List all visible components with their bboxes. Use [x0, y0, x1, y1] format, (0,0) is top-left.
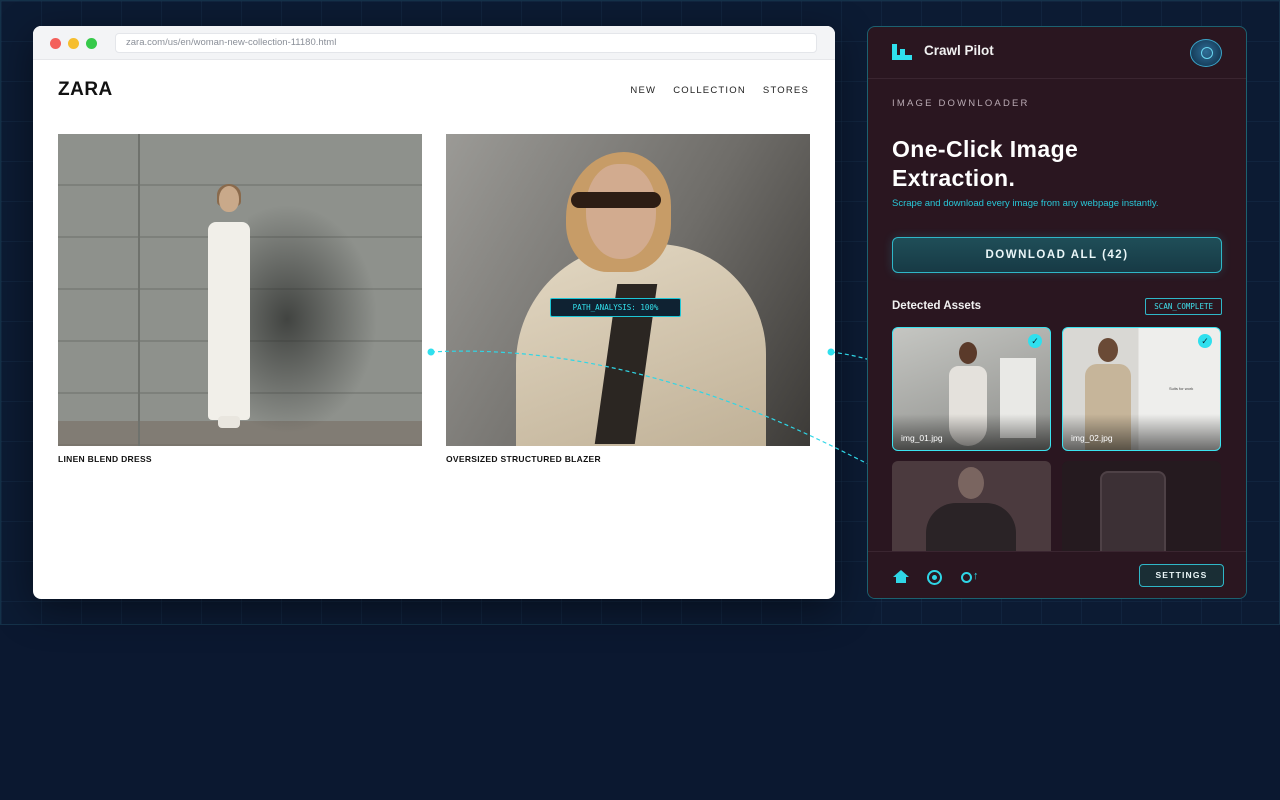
extension-panel: Crawl Pilot IMAGE DOWNLOADER One-Click I…: [867, 26, 1247, 599]
asset-screen-text: Suits for work: [1169, 386, 1194, 391]
product-image-blazer[interactable]: [446, 134, 810, 446]
status-badge: SCAN_COMPLETE: [1145, 298, 1222, 315]
site-nav: NEW COLLECTION STORES: [630, 85, 809, 96]
nav-item-stores[interactable]: STORES: [763, 85, 809, 96]
check-icon[interactable]: ✓: [1198, 334, 1212, 348]
maximize-window-button[interactable]: [86, 38, 97, 49]
figure-shadow: [248, 204, 378, 434]
browser-window: zara.com/us/en/woman-new-collection-1118…: [33, 26, 835, 599]
nav-item-collection[interactable]: COLLECTION: [673, 85, 746, 96]
assets-title: Detected Assets: [892, 300, 982, 312]
product-name-dress[interactable]: LINEN BLEND DRESS: [58, 454, 152, 464]
nav-item-new[interactable]: NEW: [630, 85, 656, 96]
section-eyebrow: IMAGE DOWNLOADER: [892, 98, 1030, 109]
asset-thumbnail[interactable]: Suits for work ✓ img_02.jpg: [1062, 327, 1221, 451]
headline-line-2: Extraction.: [892, 165, 1016, 191]
path-analysis-tag: PATH_ANALYSIS: 100%: [550, 298, 681, 317]
headline-line-1: One-Click Image: [892, 136, 1079, 162]
product-name-blazer[interactable]: OVERSIZED STRUCTURED BLAZER: [446, 454, 601, 464]
sync-icon[interactable]: ↑: [961, 570, 979, 584]
app-title: Crawl Pilot: [924, 43, 994, 58]
phone-image: [1100, 471, 1166, 561]
settings-button[interactable]: SETTINGS: [1139, 564, 1224, 587]
avatar[interactable]: [1190, 39, 1222, 67]
target-icon[interactable]: [927, 570, 942, 585]
site-logo[interactable]: ZARA: [58, 79, 113, 101]
asset-filename: img_02.jpg: [1071, 433, 1113, 443]
minimize-window-button[interactable]: [68, 38, 79, 49]
close-window-button[interactable]: [50, 38, 61, 49]
download-all-button[interactable]: DOWNLOAD ALL (42): [892, 237, 1222, 273]
panel-footer: ↑ SETTINGS: [868, 551, 1246, 598]
panel-header: Crawl Pilot: [868, 27, 1246, 79]
panel-subtitle: Scrape and download every image from any…: [892, 198, 1159, 209]
model-figure: [206, 184, 252, 432]
product-image-dress[interactable]: [58, 134, 422, 446]
asset-thumbnail[interactable]: ✓ img_01.jpg: [892, 327, 1051, 451]
check-icon[interactable]: ✓: [1028, 334, 1042, 348]
home-icon[interactable]: [893, 570, 909, 584]
panel-headline: One-Click Image Extraction.: [892, 135, 1222, 193]
address-bar[interactable]: zara.com/us/en/woman-new-collection-1118…: [115, 33, 817, 53]
crawl-pilot-logo-icon: [892, 44, 912, 60]
asset-filename: img_01.jpg: [901, 433, 943, 443]
browser-toolbar: zara.com/us/en/woman-new-collection-1118…: [33, 26, 835, 60]
sunglasses: [571, 192, 661, 208]
